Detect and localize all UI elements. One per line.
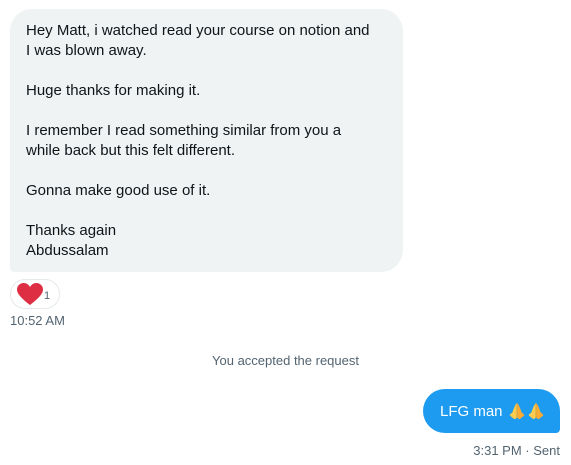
message-line: I was blown away. [26, 42, 147, 59]
folded-hands-icon [509, 403, 524, 419]
message-line: Abdussalam [26, 242, 109, 259]
emoji-group [509, 402, 544, 420]
message-line: while back but this felt different. [26, 142, 236, 159]
outgoing-timestamp: 3:31 PM [473, 443, 522, 458]
reaction-count: 1 [44, 290, 51, 302]
heart-icon [17, 282, 43, 305]
dm-conversation: Hey Matt, i watched read your course on … [0, 0, 571, 465]
outgoing-message-bubble[interactable]: LFG man [423, 389, 560, 433]
incoming-message-bubble[interactable]: Hey Matt, i watched read your course on … [10, 9, 403, 272]
outgoing-meta: 3:31 PM · Sent [473, 443, 560, 458]
system-note: You accepted the request [212, 353, 359, 368]
folded-hands-icon [528, 403, 543, 419]
message-line: Huge thanks for making it. [26, 82, 201, 99]
message-line: I remember I read something similar from… [26, 122, 342, 139]
delivery-status: Sent [533, 443, 560, 458]
reaction-pill[interactable]: 1 [10, 279, 60, 309]
message-line: Hey Matt, i watched read your course on … [26, 22, 370, 39]
message-line: Gonna make good use of it. [26, 182, 211, 199]
message-line: Thanks again [26, 222, 117, 239]
incoming-timestamp: 10:52 AM [10, 313, 65, 328]
outgoing-message-text: LFG man [440, 402, 503, 420]
